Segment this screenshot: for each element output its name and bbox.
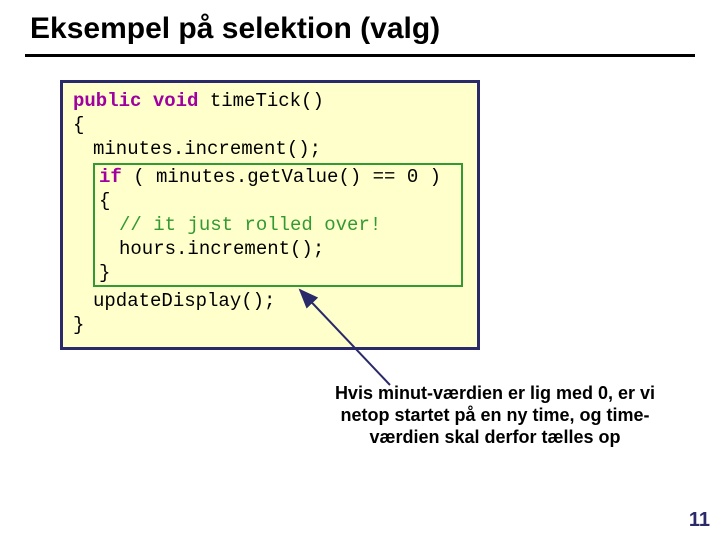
code-line-if-close: } [99, 261, 457, 285]
code-comment: // it just rolled over! [99, 213, 457, 237]
page-number: 11 [689, 509, 710, 532]
slide: Eksempel på selektion (valg) public void… [0, 0, 720, 540]
title-underline [25, 54, 695, 57]
code-line-minutes-increment: minutes.increment(); [73, 137, 467, 161]
highlighted-if-block: if ( minutes.getValue() == 0 ) { // it j… [93, 163, 463, 287]
code-line-signature: public void timeTick() [73, 89, 467, 113]
page-title: Eksempel på selektion (valg) [30, 12, 440, 46]
code-line-if: if ( minutes.getValue() == 0 ) { [99, 165, 457, 213]
code-line-open-brace: { [73, 113, 467, 137]
code-line-hours-increment: hours.increment(); [99, 237, 457, 261]
keyword-void: void [153, 90, 199, 112]
keyword-public: public [73, 90, 141, 112]
method-name: timeTick() [210, 90, 324, 112]
code-line-update-display: updateDisplay(); [73, 289, 467, 313]
code-block: public void timeTick() { minutes.increme… [60, 80, 480, 350]
keyword-if: if [99, 166, 122, 188]
if-condition: ( minutes.getValue() == 0 ) { [99, 166, 441, 212]
annotation-caption: Hvis minut-værdien er lig med 0, er vi n… [310, 382, 680, 448]
code-line-close-brace: } [73, 313, 467, 337]
